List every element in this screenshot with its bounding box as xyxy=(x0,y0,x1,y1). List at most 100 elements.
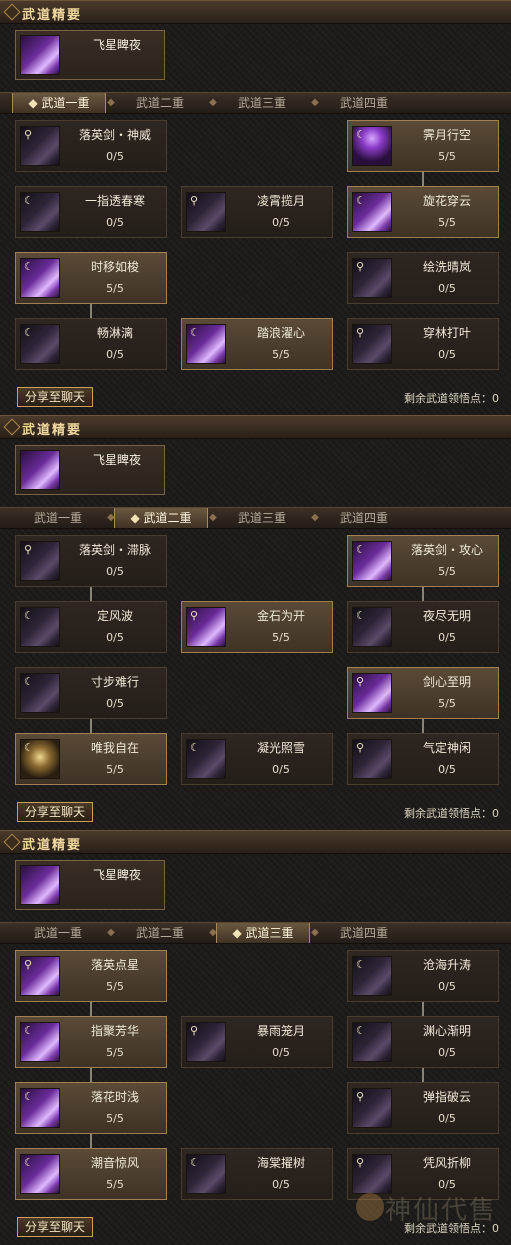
featured-skill-icon xyxy=(20,35,60,75)
skill-node[interactable]: ☾ 夜尽无明 0/5 xyxy=(347,601,499,653)
tab-tier-2[interactable]: 武道二重 xyxy=(114,93,206,113)
skill-icon: ⚲ xyxy=(352,1154,392,1194)
skill-node[interactable]: ☾ 潮音惊风 5/5 xyxy=(15,1148,167,1200)
skill-points: 5/5 xyxy=(106,763,124,776)
skill-name: 指聚芳华 xyxy=(90,1024,139,1038)
skill-node[interactable]: ⚲ 绘洗晴岚 0/5 xyxy=(347,252,499,304)
skill-node[interactable]: ⚲ 凌霄揽月 0/5 xyxy=(181,186,333,238)
skill-glyph-icon: ☾ xyxy=(190,1156,200,1169)
skill-glyph-icon: ⚲ xyxy=(356,326,365,339)
skill-name: 暴雨笼月 xyxy=(256,1024,305,1038)
tab-tier-1[interactable]: 武道一重 xyxy=(12,923,104,943)
skill-node[interactable]: ☾ 旋花穿云 5/5 xyxy=(347,186,499,238)
skill-node[interactable]: ☾ 唯我自在 5/5 xyxy=(15,733,167,785)
tab-tier-4[interactable]: 武道四重 xyxy=(318,923,410,943)
skill-icon: ⚲ xyxy=(186,607,226,647)
featured-skill-card[interactable]: 飞星睥夜 xyxy=(15,30,165,80)
tab-tier-3[interactable]: 武道三重 xyxy=(216,93,308,113)
skill-points: 0/5 xyxy=(438,282,456,295)
skill-glyph-icon: ⚲ xyxy=(24,128,33,141)
skill-node[interactable]: ⚲ 穿林打叶 0/5 xyxy=(347,318,499,370)
skill-points: 5/5 xyxy=(438,565,456,578)
skill-node[interactable]: ☾ 海棠擢树 0/5 xyxy=(181,1148,333,1200)
section-header-bar: 武道精要 xyxy=(0,0,511,24)
skill-name: 时移如梭 xyxy=(90,260,139,274)
skill-points: 5/5 xyxy=(438,150,456,163)
tab-tier-1[interactable]: 武道一重 xyxy=(12,508,104,528)
tab-label: 武道三重 xyxy=(245,926,294,940)
skill-node[interactable]: ☾ 凝光照雪 0/5 xyxy=(181,733,333,785)
section-title: 武道精要 xyxy=(22,8,83,23)
watermark-text: 神仙代售 xyxy=(384,1196,497,1226)
skill-icon: ☾ xyxy=(352,126,392,166)
skill-node[interactable]: ☾ 定风波 0/5 xyxy=(15,601,167,653)
featured-skill-name: 飞星睥夜 xyxy=(92,453,141,467)
skill-node[interactable]: ⚲ 落英剑・滞脉 0/5 xyxy=(15,535,167,587)
tab-tier-2[interactable]: ◆ 武道二重 xyxy=(114,508,208,528)
tab-tier-3[interactable]: 武道三重 xyxy=(216,508,308,528)
skill-node[interactable]: ☾ 霁月行空 5/5 xyxy=(347,120,499,172)
remaining-points: 剩余武道领悟点：0 xyxy=(404,805,499,821)
remaining-points-value: 0 xyxy=(492,807,499,820)
skill-name: 旋花穿云 xyxy=(422,194,471,208)
skill-name: 落花时浅 xyxy=(90,1090,139,1104)
share-to-chat-button[interactable]: 分享至聊天 xyxy=(17,387,93,407)
skill-node[interactable]: ☾ 渊心渐明 0/5 xyxy=(347,1016,499,1068)
share-to-chat-button[interactable]: 分享至聊天 xyxy=(17,802,93,822)
featured-skill-name: 飞星睥夜 xyxy=(92,868,141,882)
tab-tier-1[interactable]: ◆ 武道一重 xyxy=(12,93,106,113)
skill-node[interactable]: ☾ 沧海升涛 0/5 xyxy=(347,950,499,1002)
skill-node[interactable]: ☾ 一指透春寒 0/5 xyxy=(15,186,167,238)
skill-glyph-icon: ⚲ xyxy=(190,1024,199,1037)
skill-glyph-icon: ⚲ xyxy=(356,675,365,688)
skill-points: 5/5 xyxy=(438,697,456,710)
skill-node[interactable]: ☾ 落英剑・攻心 5/5 xyxy=(347,535,499,587)
skill-node[interactable]: ⚲ 暴雨笼月 0/5 xyxy=(181,1016,333,1068)
skill-icon: ☾ xyxy=(20,324,60,364)
tab-tier-2[interactable]: 武道二重 xyxy=(114,923,206,943)
share-to-chat-button[interactable]: 分享至聊天 xyxy=(17,1217,93,1237)
skill-glyph-icon: ⚲ xyxy=(356,260,365,273)
skill-icon: ☾ xyxy=(20,739,60,779)
skill-glyph-icon: ⚲ xyxy=(190,609,199,622)
skill-points: 0/5 xyxy=(106,150,124,163)
tab-tier-4[interactable]: 武道四重 xyxy=(318,508,410,528)
tab-tier-4[interactable]: 武道四重 xyxy=(318,93,410,113)
skill-node[interactable]: ⚲ 气定神闲 0/5 xyxy=(347,733,499,785)
skill-node[interactable]: ⚲ 剑心至明 5/5 xyxy=(347,667,499,719)
skill-icon: ☾ xyxy=(186,324,226,364)
skill-glyph-icon: ⚲ xyxy=(356,1090,365,1103)
featured-skill-card[interactable]: 飞星睥夜 xyxy=(15,445,165,495)
skill-glyph-icon: ⚲ xyxy=(356,741,365,754)
skill-node[interactable]: ⚲ 落英点星 5/5 xyxy=(15,950,167,1002)
featured-skill-card[interactable]: 飞星睥夜 xyxy=(15,860,165,910)
featured-skill-name: 飞星睥夜 xyxy=(92,38,141,52)
skill-icon: ☾ xyxy=(20,258,60,298)
tab-label: 武道三重 xyxy=(237,96,286,110)
skill-name: 落英剑・神威 xyxy=(78,128,151,142)
tab-tier-3[interactable]: ◆ 武道三重 xyxy=(216,923,310,943)
remaining-points-value: 0 xyxy=(492,392,499,405)
skill-connector-line xyxy=(422,172,424,186)
skill-points: 5/5 xyxy=(106,1046,124,1059)
skill-node[interactable]: ☾ 踏浪濯心 5/5 xyxy=(181,318,333,370)
skill-icon: ⚲ xyxy=(352,673,392,713)
skill-node[interactable]: ☾ 指聚芳华 5/5 xyxy=(15,1016,167,1068)
skill-node[interactable]: ☾ 时移如梭 5/5 xyxy=(15,252,167,304)
skill-node[interactable]: ☾ 寸步难行 0/5 xyxy=(15,667,167,719)
skill-node[interactable]: ☾ 畅淋漓 0/5 xyxy=(15,318,167,370)
skill-glyph-icon: ☾ xyxy=(356,543,366,556)
skill-name: 霁月行空 xyxy=(422,128,471,142)
skill-node[interactable]: ☾ 落花时浅 5/5 xyxy=(15,1082,167,1134)
skill-node[interactable]: ⚲ 弹指破云 0/5 xyxy=(347,1082,499,1134)
tab-label: 武道二重 xyxy=(135,926,184,940)
skill-node[interactable]: ⚲ 落英剑・神威 0/5 xyxy=(15,120,167,172)
watermark-logo-icon xyxy=(356,1193,384,1221)
tier-tabs: 武道一重 ◆ 武道二重 ◆ ◆ 武道三重 ◆ 武道四重 xyxy=(0,922,511,944)
featured-skill-icon xyxy=(20,450,60,490)
skill-node[interactable]: ⚲ 金石为开 5/5 xyxy=(181,601,333,653)
skill-points: 0/5 xyxy=(106,565,124,578)
skill-points: 5/5 xyxy=(106,282,124,295)
skill-glyph-icon: ⚲ xyxy=(24,543,33,556)
skill-points: 5/5 xyxy=(106,1112,124,1125)
